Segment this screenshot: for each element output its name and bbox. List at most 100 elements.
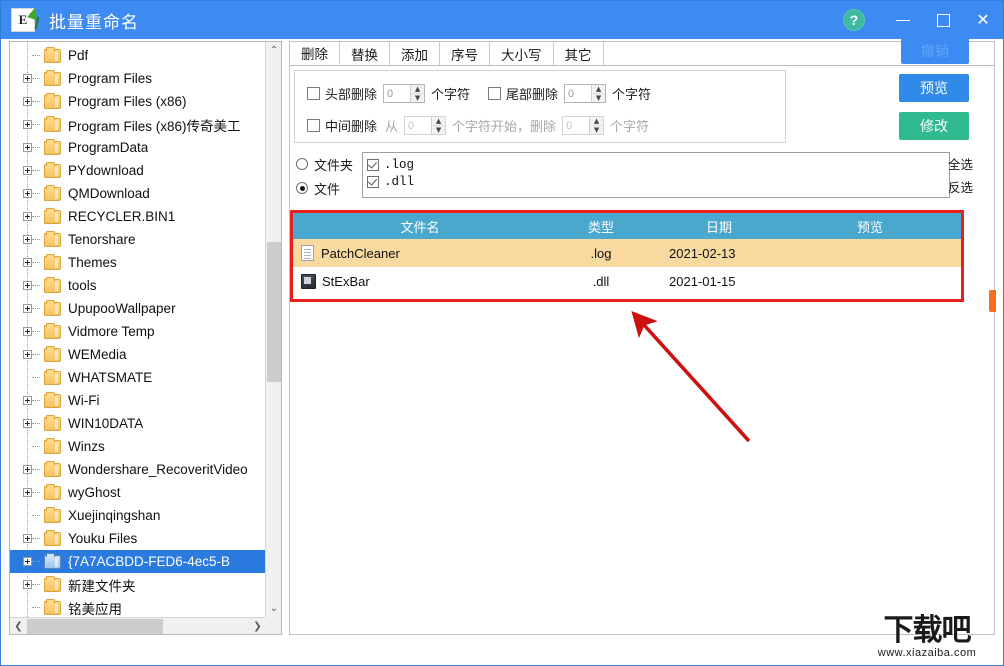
expand-plus-icon[interactable] xyxy=(23,327,32,336)
tree-item-22[interactable]: {7A7ACBDD-FED6-4ec5-B xyxy=(10,550,266,573)
scroll-up-arrow-icon[interactable]: ⌃ xyxy=(266,42,281,59)
tree-item-10[interactable]: tools xyxy=(10,274,266,297)
expand-plus-icon[interactable] xyxy=(23,465,32,474)
expand-plus-icon[interactable] xyxy=(23,350,32,359)
scroll-left-arrow-icon[interactable]: ❮ xyxy=(10,618,27,635)
tree-item-21[interactable]: Youku Files xyxy=(10,527,266,550)
tab-0[interactable]: 删除 xyxy=(290,42,340,65)
preview-button[interactable]: 预览 xyxy=(899,74,969,102)
expand-plus-icon[interactable] xyxy=(23,166,32,175)
help-icon[interactable]: ? xyxy=(843,9,865,31)
middle-count-value[interactable]: 0 xyxy=(563,117,589,134)
expand-plus-icon[interactable] xyxy=(23,304,32,313)
tree-item-24[interactable]: 铭美应用 xyxy=(10,596,266,617)
extension-checkbox[interactable] xyxy=(367,175,379,188)
column-header-2[interactable]: 日期 xyxy=(655,217,783,236)
table-row[interactable]: StExBar .dll 2021-01-15 xyxy=(293,267,961,295)
tree-item-16[interactable]: WIN10DATA xyxy=(10,412,266,435)
tree-item-4[interactable]: ProgramData xyxy=(10,136,266,159)
expand-plus-icon[interactable] xyxy=(23,97,32,106)
expand-plus-icon[interactable] xyxy=(23,419,32,428)
tree-item-19[interactable]: wyGhost xyxy=(10,481,266,504)
tab-3[interactable]: 序号 xyxy=(440,42,490,65)
tree-item-14[interactable]: WHATSMATE xyxy=(10,366,266,389)
head-delete-stepper[interactable]: 0 ▲ ▼ xyxy=(383,84,426,103)
expand-plus-icon[interactable] xyxy=(23,580,32,589)
vertical-scroll-thumb[interactable] xyxy=(267,242,281,382)
extension-filter-list[interactable]: .log .dll xyxy=(362,152,950,198)
extension-checkbox[interactable] xyxy=(367,158,379,171)
maximize-button[interactable] xyxy=(923,1,963,39)
tree-item-23[interactable]: 新建文件夹 xyxy=(10,573,266,596)
column-header-0[interactable]: 文件名 xyxy=(293,217,547,236)
tree-item-18[interactable]: Wondershare_RecoveritVideo xyxy=(10,458,266,481)
middle-start-stepper-buttons[interactable]: ▲ ▼ xyxy=(431,117,446,134)
expand-plus-icon[interactable] xyxy=(23,258,32,267)
tree-item-5[interactable]: PYdownload xyxy=(10,159,266,182)
table-row[interactable]: PatchCleaner .log 2021-02-13 xyxy=(293,239,961,267)
head-stepper-buttons[interactable]: ▲ ▼ xyxy=(410,85,425,102)
tree-item-8[interactable]: Tenorshare xyxy=(10,228,266,251)
file-radio-icon[interactable] xyxy=(296,182,308,194)
middle-count-stepper[interactable]: 0 ▲ ▼ xyxy=(562,116,605,135)
undo-button[interactable]: 撤销 xyxy=(901,38,969,64)
expand-plus-icon[interactable] xyxy=(23,74,32,83)
tree-item-7[interactable]: RECYCLER.BIN1 xyxy=(10,205,266,228)
apply-button[interactable]: 修改 xyxy=(899,112,969,140)
radio-folder[interactable]: 文件夹 xyxy=(296,152,353,176)
head-delete-checkbox[interactable] xyxy=(307,87,320,100)
head-delete-value[interactable]: 0 xyxy=(384,85,410,102)
middle-start-value[interactable]: 0 xyxy=(405,117,431,134)
expand-plus-icon[interactable] xyxy=(23,488,32,497)
expand-plus-icon[interactable] xyxy=(23,396,32,405)
horizontal-scroll-thumb[interactable] xyxy=(27,619,163,634)
close-button[interactable]: ✕ xyxy=(963,1,1003,39)
middle-count-stepper-buttons[interactable]: ▲ ▼ xyxy=(589,117,604,134)
extension-item-0[interactable]: .log xyxy=(367,156,945,173)
expand-plus-icon[interactable] xyxy=(23,212,32,221)
tail-delete-value[interactable]: 0 xyxy=(565,85,591,102)
extension-item-1[interactable]: .dll xyxy=(367,173,945,190)
column-header-1[interactable]: 类型 xyxy=(547,217,655,236)
column-header-3[interactable]: 预览 xyxy=(783,217,957,236)
folder-tree[interactable]: Pdf Program Files Program Files (x86) Progr… xyxy=(10,42,266,617)
tree-item-15[interactable]: Wi-Fi xyxy=(10,389,266,412)
tree-item-13[interactable]: WEMedia xyxy=(10,343,266,366)
tree-item-2[interactable]: Program Files (x86) xyxy=(10,90,266,113)
scroll-right-arrow-icon[interactable]: ❯ xyxy=(249,618,266,635)
select-all-link[interactable]: 全选 xyxy=(948,152,988,175)
tree-item-1[interactable]: Program Files xyxy=(10,67,266,90)
expand-plus-icon[interactable] xyxy=(23,281,32,290)
tab-1[interactable]: 替换 xyxy=(340,42,390,65)
tab-5[interactable]: 其它 xyxy=(553,42,604,65)
tree-item-12[interactable]: Vidmore Temp xyxy=(10,320,266,343)
tree-item-0[interactable]: Pdf xyxy=(10,44,266,67)
tree-item-9[interactable]: Themes xyxy=(10,251,266,274)
invert-selection-link[interactable]: 反选 xyxy=(948,175,988,198)
expand-plus-icon[interactable] xyxy=(23,557,32,566)
tree-item-20[interactable]: Xuejinqingshan xyxy=(10,504,266,527)
expand-plus-icon[interactable] xyxy=(23,235,32,244)
tail-delete-stepper[interactable]: 0 ▲ ▼ xyxy=(564,84,607,103)
scroll-down-arrow-icon[interactable]: ⌄ xyxy=(266,600,281,617)
tab-2[interactable]: 添加 xyxy=(390,42,440,65)
expand-plus-icon[interactable] xyxy=(23,120,32,129)
tree-vertical-scrollbar[interactable]: ⌃ ⌄ xyxy=(265,42,281,617)
tree-item-3[interactable]: Program Files (x86)传奇美工 xyxy=(10,113,266,136)
tail-delete-checkbox[interactable] xyxy=(488,87,502,100)
expand-plus-icon[interactable] xyxy=(23,189,32,198)
tab-4[interactable]: 大小写 xyxy=(490,42,554,65)
expand-plus-icon[interactable] xyxy=(23,143,32,152)
tree-item-6[interactable]: QMDownload xyxy=(10,182,266,205)
minimize-button[interactable] xyxy=(883,1,923,39)
middle-start-stepper[interactable]: 0 ▲ ▼ xyxy=(404,116,447,135)
folder-icon xyxy=(44,575,61,592)
middle-delete-checkbox[interactable] xyxy=(307,119,320,132)
radio-file[interactable]: 文件 xyxy=(296,176,353,200)
folder-radio-icon[interactable] xyxy=(296,158,308,170)
tree-item-17[interactable]: Winzs xyxy=(10,435,266,458)
tail-stepper-buttons[interactable]: ▲ ▼ xyxy=(591,85,606,102)
tree-horizontal-scrollbar[interactable]: ❮ ❯ xyxy=(10,617,266,634)
tree-item-11[interactable]: UpupooWallpaper xyxy=(10,297,266,320)
expand-plus-icon[interactable] xyxy=(23,534,32,543)
